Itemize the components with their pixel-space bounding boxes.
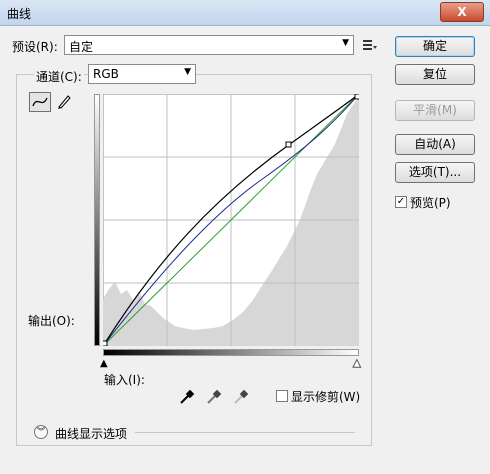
curve-tool-icon: [32, 97, 48, 107]
show-clipping-checkbox[interactable]: [276, 390, 288, 402]
channel-select[interactable]: RGB ▼: [88, 64, 196, 84]
preview-checkbox[interactable]: ✓: [395, 196, 407, 208]
auto-button[interactable]: 自动(A): [395, 134, 475, 155]
curve-control-point[interactable]: [285, 141, 292, 148]
show-clipping-label: 显示修剪(W): [291, 390, 361, 404]
input-label: 输入(I):: [104, 373, 145, 387]
preview-label: 预览(P): [410, 196, 451, 210]
black-point-eyedropper-icon[interactable]: [178, 388, 196, 406]
white-point-eyedropper-icon[interactable]: [232, 388, 250, 406]
preset-value: 自定: [69, 40, 94, 54]
ok-button[interactable]: 确定: [395, 36, 475, 57]
white-point-slider[interactable]: ▲: [353, 358, 362, 370]
gray-point-eyedropper-icon[interactable]: [205, 388, 223, 406]
preset-select[interactable]: 自定 ▼: [64, 35, 354, 55]
divider: [135, 432, 355, 433]
input-gradient-bar: [103, 349, 359, 356]
curve-display-options-label[interactable]: 曲线显示选项: [55, 425, 127, 442]
channel-value: RGB: [93, 67, 119, 81]
pencil-tool-icon: [58, 95, 71, 109]
output-label: 输出(O):: [28, 314, 75, 328]
expand-chevron-icon[interactable]: ︾: [34, 425, 48, 439]
preset-label: 预设(R):: [12, 40, 58, 54]
black-point-slider[interactable]: ▲: [100, 358, 108, 369]
smooth-button[interactable]: 平滑(M): [395, 100, 475, 121]
curve-graph[interactable]: [103, 94, 359, 346]
window-title: 曲线: [7, 7, 32, 21]
output-gradient-bar: [94, 94, 100, 346]
close-button[interactable]: X: [440, 2, 484, 22]
options-button[interactable]: 选项(T)...: [395, 162, 475, 183]
curve-control-point[interactable]: [103, 340, 108, 346]
chevron-down-icon: ▼: [184, 67, 191, 77]
channel-label: 通道(C):: [34, 68, 84, 85]
pencil-tool-button[interactable]: [54, 92, 76, 112]
curve-control-point[interactable]: [354, 94, 359, 100]
menu-icon[interactable]: [362, 37, 378, 53]
curve-tool-button[interactable]: [29, 92, 51, 112]
title-bar: 曲线 X: [0, 0, 490, 26]
reset-button[interactable]: 复位: [395, 64, 475, 85]
chevron-down-icon: ▼: [342, 38, 349, 48]
